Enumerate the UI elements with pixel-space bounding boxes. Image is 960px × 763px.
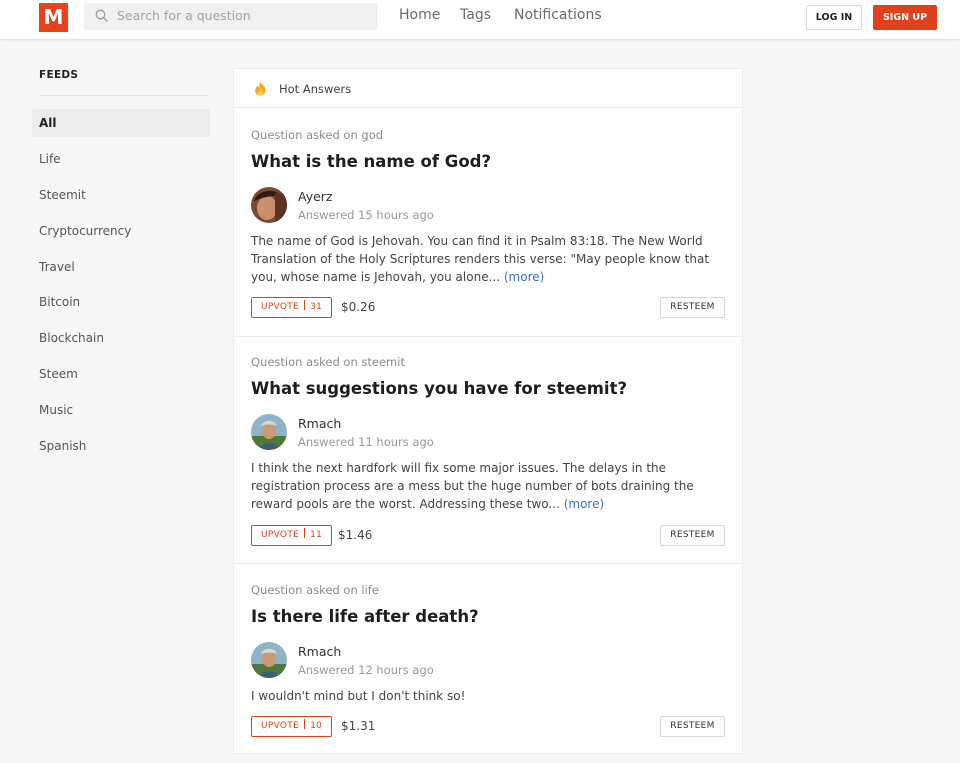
- avatar[interactable]: [251, 414, 287, 450]
- answered-time: Answered 11 hours ago: [298, 435, 434, 449]
- payout-value: $1.31: [341, 719, 376, 733]
- feed-item-travel[interactable]: Travel: [32, 253, 210, 281]
- search-placeholder: Search for a question: [117, 8, 251, 23]
- feed-item-steemit[interactable]: Steemit: [32, 181, 210, 209]
- answer-excerpt: I think the next hardfork will fix some …: [251, 459, 731, 513]
- question-meta[interactable]: Question asked on god: [251, 128, 383, 142]
- feeds-title: FEEDS: [39, 69, 79, 81]
- resteem-button[interactable]: RESTEEM: [660, 297, 725, 318]
- more-link[interactable]: (more): [564, 497, 604, 511]
- answer-text: I wouldn't mind but I don't think so!: [251, 689, 466, 703]
- answer-excerpt: I wouldn't mind but I don't think so!: [251, 687, 731, 705]
- answer-card: Question asked on god What is the name o…: [234, 109, 742, 337]
- answer-excerpt: The name of God is Jehovah. You can find…: [251, 232, 731, 286]
- feed-item-all[interactable]: All: [32, 109, 210, 137]
- author-name[interactable]: Ayerz: [298, 189, 333, 204]
- nav-home[interactable]: Home: [399, 7, 440, 23]
- feed-item-spanish[interactable]: Spanish: [32, 432, 210, 460]
- nav-tags[interactable]: Tags: [460, 7, 491, 23]
- question-title[interactable]: What is the name of God?: [251, 152, 491, 171]
- feed-item-cryptocurrency[interactable]: Cryptocurrency: [32, 217, 210, 245]
- question-meta[interactable]: Question asked on steemit: [251, 355, 405, 369]
- upvote-count: 31: [310, 302, 323, 312]
- answer-text: The name of God is Jehovah. You can find…: [251, 234, 710, 284]
- resteem-button[interactable]: RESTEEM: [660, 525, 725, 546]
- payout-value: $0.26: [341, 300, 376, 314]
- feed-item-music[interactable]: Music: [32, 396, 210, 424]
- answers-panel: Hot Answers Question asked on god What i…: [233, 68, 743, 754]
- search-input[interactable]: Search for a question: [84, 3, 378, 30]
- upvote-label: UPVOTE: [261, 530, 300, 540]
- answer-card: Question asked on steemit What suggestio…: [234, 337, 742, 564]
- fire-icon: [255, 81, 266, 96]
- answered-time: Answered 15 hours ago: [298, 208, 434, 222]
- panel-header: Hot Answers: [234, 69, 742, 108]
- upvote-button[interactable]: UPVOTE 31: [251, 297, 333, 318]
- upvote-label: UPVOTE: [261, 302, 300, 312]
- feed-item-bitcoin[interactable]: Bitcoin: [32, 288, 210, 316]
- feed-item-blockchain[interactable]: Blockchain: [32, 324, 210, 352]
- avatar[interactable]: [251, 642, 287, 678]
- avatar[interactable]: [251, 187, 287, 223]
- upvote-count: 11: [310, 530, 323, 540]
- payout-value: $1.46: [338, 528, 373, 542]
- feed-item-steem[interactable]: Steem: [32, 360, 210, 388]
- signup-button[interactable]: SIGN UP: [873, 5, 937, 30]
- upvote-button[interactable]: UPVOTE 10: [251, 716, 333, 737]
- site-logo[interactable]: M: [39, 3, 68, 32]
- section-title: Hot Answers: [279, 82, 352, 96]
- upvote-count: 10: [310, 721, 323, 731]
- nav-notifications[interactable]: Notifications: [514, 7, 602, 23]
- feeds-divider: [39, 95, 209, 96]
- resteem-button[interactable]: RESTEEM: [660, 716, 725, 737]
- author-name[interactable]: Rmach: [298, 416, 341, 431]
- answered-time: Answered 12 hours ago: [298, 663, 434, 677]
- author-name[interactable]: Rmach: [298, 644, 341, 659]
- answer-card: Question asked on life Is there life aft…: [234, 564, 742, 753]
- more-link[interactable]: (more): [504, 270, 544, 284]
- login-button[interactable]: LOG IN: [806, 5, 862, 30]
- answer-text: I think the next hardfork will fix some …: [251, 461, 694, 511]
- question-title[interactable]: What suggestions you have for steemit?: [251, 379, 627, 398]
- search-icon: [95, 9, 108, 22]
- question-meta[interactable]: Question asked on life: [251, 583, 379, 597]
- feed-item-life[interactable]: Life: [32, 145, 210, 173]
- top-header: M Search for a question Home Tags Notifi…: [0, 0, 960, 40]
- question-title[interactable]: Is there life after death?: [251, 607, 479, 626]
- upvote-button[interactable]: UPVOTE 11: [251, 525, 333, 546]
- upvote-label: UPVOTE: [261, 721, 300, 731]
